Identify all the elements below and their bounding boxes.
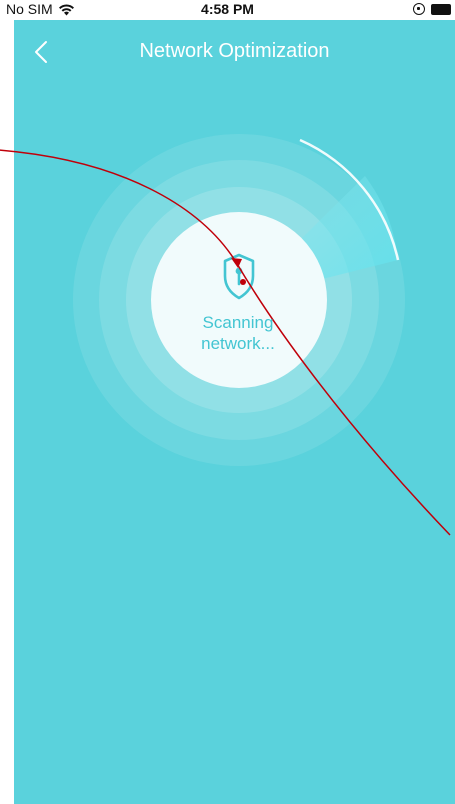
status-bar: No SIM 4:58 PM <box>0 0 455 20</box>
scan-status-line1: Scanning <box>202 313 274 332</box>
center-disc <box>151 212 327 388</box>
scan-status: Scanning network... <box>170 312 306 354</box>
overlay-trace-dot <box>240 279 246 285</box>
status-right <box>413 3 451 15</box>
orientation-lock-icon <box>413 3 425 15</box>
battery-icon <box>431 3 451 15</box>
page-title: Network Optimization <box>139 40 330 62</box>
nav-bar: Network Optimization <box>14 20 455 82</box>
scan-status-line2: network... <box>201 334 275 353</box>
clock: 4:58 PM <box>201 1 254 17</box>
scan-animation <box>0 134 451 536</box>
